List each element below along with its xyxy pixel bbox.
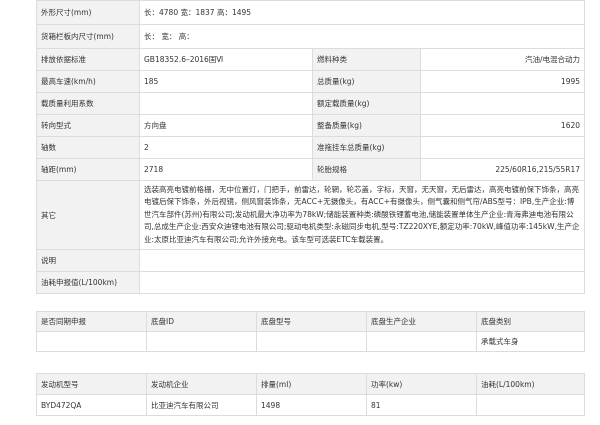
spec-row: 说明	[36, 249, 586, 272]
chassis-maker	[366, 331, 477, 352]
spec-label: 排放依据标准	[36, 48, 140, 71]
spec-row: 转向型式 方向盘 整备质量(kg) 1620	[36, 114, 586, 137]
spec-label: 货箱栏板内尺寸(mm)	[36, 24, 140, 49]
engine-power: 81	[366, 394, 477, 416]
chassis-value-row: 承载式车身	[36, 331, 585, 352]
chassis-header-category: 底盘类别	[476, 311, 585, 332]
spec-label: 整备质量(kg)	[312, 114, 421, 137]
chassis-table: 是否同期申报 底盘ID 底盘型号 底盘生产企业 底盘类别 承载式车身	[36, 311, 585, 352]
spec-table: 外形尺寸(mm) 长：4780 宽：1837 高：1495 货箱栏板内尺寸(mm) 长…	[36, 0, 586, 294]
spec-value: 方向盘	[139, 114, 313, 137]
spec-row: 排放依据标准 GB18352.6–2016国Ⅵ 燃料种类 汽油/电混合动力	[36, 48, 586, 71]
spec-table-body: 外形尺寸(mm) 长：4780 宽：1837 高：1495 货箱栏板内尺寸(mm) 长…	[36, 0, 586, 294]
spec-row: 轴距(mm) 2718 轮胎规格 225/60R16,215/55R17	[36, 158, 586, 181]
chassis-same-period	[36, 331, 147, 352]
spec-value-other: 选装高亮电镀前格栅，无中位置灯，门把手，前雷达，轮辋，轮芯盖，字标，天窗，无天窗…	[138, 180, 586, 250]
chassis-category: 承载式车身	[476, 331, 585, 352]
spec-label: 额定载质量(kg)	[312, 92, 421, 115]
spec-value: 汽油/电混合动力	[419, 48, 586, 71]
spec-value: 2	[139, 136, 313, 159]
spec-label: 油耗申报值(L/100km)	[36, 271, 140, 294]
spec-value: 长：4780 宽：1837 高：1495	[138, 0, 586, 25]
engine-header-fuel: 油耗(L/100km)	[476, 373, 585, 395]
spec-value: 2718	[139, 158, 313, 181]
spec-value	[139, 92, 313, 115]
spec-row: 其它 选装高亮电镀前格栅，无中位置灯，门把手，前雷达，轮辋，轮芯盖，字标，天窗，无…	[36, 180, 586, 250]
spec-label-other: 其它	[36, 180, 140, 250]
engine-fuel	[476, 394, 585, 416]
spec-label: 外形尺寸(mm)	[36, 0, 140, 25]
chassis-model	[256, 331, 367, 352]
chassis-header-same-period: 是否同期申报	[36, 311, 147, 332]
spec-label: 轴数	[36, 136, 140, 159]
chassis-header-model: 底盘型号	[256, 311, 367, 332]
spec-label: 燃料种类	[312, 48, 421, 71]
spec-label: 总质量(kg)	[312, 70, 421, 93]
spec-label: 轮胎规格	[312, 158, 421, 181]
spec-label: 载质量利用系数	[36, 92, 140, 115]
engine-model: BYD472QA	[36, 394, 147, 416]
engine-header-maker: 发动机企业	[146, 373, 257, 395]
spec-label: 准拖挂车总质量(kg)	[312, 136, 421, 159]
spec-row: 油耗申报值(L/100km)	[36, 271, 586, 294]
engine-table: 发动机型号 发动机企业 排量(ml) 功率(kw) 油耗(L/100km) BY…	[36, 373, 585, 416]
spec-value: 185	[139, 70, 313, 93]
chassis-header-row: 是否同期申报 底盘ID 底盘型号 底盘生产企业 底盘类别	[36, 311, 585, 332]
spec-value	[419, 136, 586, 159]
spec-label: 转向型式	[36, 114, 140, 137]
engine-maker: 比亚迪汽车有限公司	[146, 394, 257, 416]
spec-label: 说明	[36, 249, 140, 272]
spec-row: 最高车速(km/h) 185 总质量(kg) 1995	[36, 70, 586, 93]
spec-value: 1620	[419, 114, 586, 137]
chassis-header-id: 底盘ID	[146, 311, 257, 332]
spec-row: 货箱栏板内尺寸(mm) 长： 宽： 高：	[36, 24, 586, 49]
engine-displacement: 1498	[256, 394, 367, 416]
spec-label: 最高车速(km/h)	[36, 70, 140, 93]
engine-header-displacement: 排量(ml)	[256, 373, 367, 395]
engine-header-model: 发动机型号	[36, 373, 147, 395]
spec-value: GB18352.6–2016国Ⅵ	[139, 48, 313, 71]
spec-row: 轴数 2 准拖挂车总质量(kg)	[36, 136, 586, 159]
spec-label: 轴距(mm)	[36, 158, 140, 181]
spec-row: 外形尺寸(mm) 长：4780 宽：1837 高：1495	[36, 0, 586, 25]
spec-value	[419, 92, 586, 115]
spec-value: 长： 宽： 高：	[138, 24, 586, 49]
engine-header-power: 功率(kw)	[366, 373, 477, 395]
spec-value: 1995	[419, 70, 586, 93]
spec-row: 载质量利用系数 额定载质量(kg)	[36, 92, 586, 115]
spec-value	[138, 271, 586, 294]
chassis-id	[146, 331, 257, 352]
spec-value: 225/60R16,215/55R17	[419, 158, 586, 181]
spec-value	[138, 249, 586, 272]
engine-value-row: BYD472QA 比亚迪汽车有限公司 1498 81	[36, 394, 585, 416]
engine-header-row: 发动机型号 发动机企业 排量(ml) 功率(kw) 油耗(L/100km)	[36, 373, 585, 395]
chassis-header-maker: 底盘生产企业	[366, 311, 477, 332]
